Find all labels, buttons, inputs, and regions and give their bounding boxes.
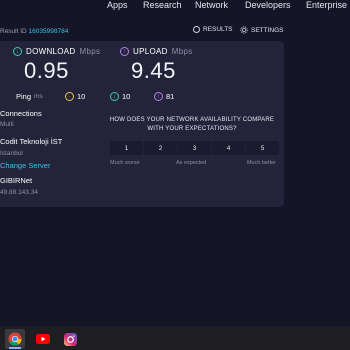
nav-research[interactable]: Research [143,0,182,10]
ping-row: Ping ms · 10 ↓ 10 ↑ 81 [0,92,284,104]
nav-network[interactable]: Network [195,0,228,10]
results-panel: ↓ DOWNLOAD Mbps 0.95 ↑ UPLOAD Mbps 9.45 … [0,41,284,207]
availability-survey: HOW DOES YOUR NETWORK AVAILABILITY COMPA… [108,116,279,166]
upload-latency-icon: ↑ [154,92,163,101]
rating-option-4[interactable]: 4 [212,141,245,155]
ping-label-group: Ping ms [16,92,43,101]
results-label: RESULTS [203,26,233,33]
rating-scale: 1 2 3 4 5 [110,141,279,155]
connections-label: Connections [0,109,42,118]
youtube-icon [36,334,50,344]
upload-metric: ↑ UPLOAD Mbps 9.45 [120,47,192,84]
settings-button[interactable]: SETTINGS [240,26,284,34]
isp-name: GIBIRNet [0,176,33,185]
nav-enterprise[interactable]: Enterprise [306,0,347,10]
taskbar [0,326,350,350]
ping-download: ↓ 10 [110,92,130,101]
ping-label: Ping [16,92,32,101]
ping-idle-value: 10 [77,92,86,101]
upload-value: 9.45 [131,58,176,83]
ip-address: 49.88.143.34 [0,189,38,196]
scale-mid-label: As expected [176,160,207,166]
upload-label: UPLOAD [133,47,168,56]
rating-option-2[interactable]: 2 [144,141,177,155]
download-unit: Mbps [79,47,101,56]
download-label: DOWNLOAD [26,47,76,56]
rating-option-5[interactable]: 5 [246,141,279,155]
result-id-value[interactable]: 16035998784 [29,28,69,35]
instagram-icon [63,332,77,346]
result-bar: Result ID 16035998784 RESULTS SETTINGS [0,26,350,38]
taskbar-instagram[interactable] [60,329,80,349]
scale-low-label: Much worse [110,160,140,166]
chrome-icon [8,332,22,346]
scale-high-label: Much better [246,160,276,166]
idle-latency-icon: · [65,92,74,101]
rating-option-1[interactable]: 1 [110,141,143,155]
connections-value: Multi [0,121,14,128]
survey-question: HOW DOES YOUR NETWORK AVAILABILITY COMPA… [109,117,275,132]
upload-unit: Mbps [171,47,193,56]
upload-arrow-icon: ↑ [120,47,129,56]
download-value: 0.95 [24,58,69,83]
download-arrow-icon: ↓ [13,47,22,56]
nav-developers[interactable]: Developers [245,0,291,10]
taskbar-chrome[interactable] [5,329,25,349]
result-id: Result ID 16035998784 [0,28,68,35]
settings-label: SETTINGS [251,26,284,34]
ping-upload: ↑ 81 [154,92,174,101]
taskbar-youtube[interactable] [33,329,53,349]
rating-option-3[interactable]: 3 [178,141,211,155]
download-metric: ↓ DOWNLOAD Mbps 0.95 [13,47,100,84]
change-server-link[interactable]: Change Server [0,161,50,170]
ping-idle: · 10 [65,92,85,101]
server-city: Istanbul [0,150,23,157]
ping-upload-value: 81 [166,92,175,101]
results-button[interactable]: RESULTS [193,26,233,33]
server-host: Codit Teknoloji İST [0,137,63,146]
download-latency-icon: ↓ [110,92,119,101]
ping-download-value: 10 [122,92,131,101]
ping-unit: ms [34,93,43,100]
check-circle-icon [193,26,200,33]
nav-apps[interactable]: Apps [107,0,128,10]
result-id-label: Result ID [0,28,27,35]
gear-icon [240,26,248,34]
top-navigation: Apps Research Network Developers Enterpr… [0,0,350,14]
